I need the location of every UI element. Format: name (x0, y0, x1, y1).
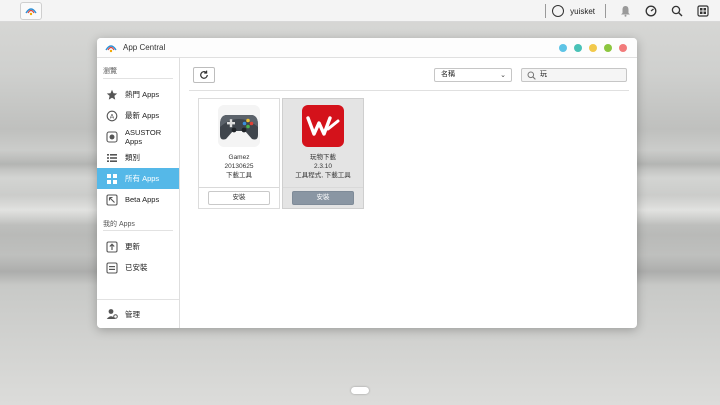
sidebar-item-categories[interactable]: 類別 (97, 147, 179, 168)
installed-icon (106, 261, 118, 274)
app-name: Gamez (228, 154, 250, 161)
window-maximize-button[interactable] (604, 44, 612, 52)
star-icon (106, 89, 118, 101)
app-central-window: App Central 瀏覽 熱門 Apps A 最新 Apps ASUSTOR… (97, 38, 637, 328)
sidebar-item-label: ASUSTOR Apps (125, 127, 162, 146)
sidebar-item-beta-apps[interactable]: Beta Apps (97, 189, 179, 210)
sidebar-item-manage[interactable]: 管理 (97, 300, 179, 328)
activity-monitor-icon[interactable] (638, 0, 664, 22)
sidebar-item-updates[interactable]: 更新 (97, 236, 179, 257)
sidebar-item-installed[interactable]: 已安裝 (97, 257, 179, 278)
sidebar-item-all-apps[interactable]: 所有 Apps (97, 168, 179, 189)
sidebar-item-label: 最新 Apps (125, 111, 160, 120)
beta-icon (106, 193, 118, 206)
app-name: 玩物下載 (310, 154, 336, 161)
app-category: 工具程式, 下載工具 (295, 172, 351, 179)
window-minimize-button[interactable] (589, 44, 597, 52)
chevron-down-icon: ⌄ (500, 72, 506, 79)
app-version: 2.3.10 (313, 163, 333, 170)
new-icon: A (106, 110, 118, 122)
sidebar-item-label: 所有 Apps (125, 174, 160, 183)
search-input[interactable]: 玩 (521, 68, 627, 82)
gamepad-icon (218, 105, 260, 147)
list-icon (106, 152, 118, 164)
refresh-icon (200, 70, 208, 79)
sort-dropdown[interactable]: 名稱 ⌄ (434, 68, 512, 82)
install-button[interactable]: 安裝 (292, 191, 354, 205)
top-bar: yuisket (0, 0, 720, 22)
sidebar-item-label: Beta Apps (125, 195, 160, 204)
browse-section-label: 瀏覽 (103, 68, 117, 75)
sidebar-item-label: 已安裝 (125, 263, 148, 272)
app-central-taskbar-button[interactable] (20, 1, 42, 20)
sort-dropdown-value: 名稱 (441, 71, 455, 78)
user-icon[interactable] (552, 5, 565, 17)
sidebar: 瀏覽 熱門 Apps A 最新 Apps ASUSTOR Apps 類別 所有 … (97, 58, 180, 328)
divider (283, 187, 363, 188)
update-icon (106, 240, 118, 253)
divider (199, 187, 279, 188)
sidebar-item-label: 熱門 Apps (125, 90, 160, 99)
separator (545, 4, 547, 18)
window-titlebar[interactable]: App Central (97, 38, 637, 58)
search-icon (527, 71, 536, 85)
app-card-wanwu[interactable]: 玩物下載 2.3.10 工具程式, 下載工具 安裝 (282, 98, 364, 209)
sidebar-item-label: 管理 (125, 309, 140, 319)
app-central-icon (25, 8, 37, 16)
manage-user-icon (106, 308, 118, 320)
notification-bell-icon[interactable] (612, 0, 638, 22)
my-apps-section-label: 我的 Apps (103, 221, 135, 228)
app-card-gamez[interactable]: Gamez 20130625 下載工具 安裝 (198, 98, 280, 209)
sidebar-item-label: 類別 (125, 153, 140, 162)
toolbar: 名稱 ⌄ 玩 (181, 58, 637, 91)
app-central-icon (105, 45, 117, 53)
search-icon[interactable] (664, 0, 690, 22)
app-category: 下載工具 (226, 172, 252, 179)
refresh-button[interactable] (193, 67, 215, 83)
window-help-button[interactable] (559, 44, 567, 52)
grid-icon (106, 173, 118, 185)
search-input-value: 玩 (540, 71, 547, 78)
sidebar-item-label: 更新 (125, 242, 140, 251)
separator (605, 4, 606, 18)
svg-text:A: A (110, 112, 115, 120)
asustor-icon (106, 130, 118, 143)
dock-handle[interactable] (351, 387, 369, 394)
sidebar-item-new-apps[interactable]: A 最新 Apps (97, 105, 179, 126)
app-version: 20130625 (224, 163, 254, 170)
window-title: App Central (123, 43, 166, 52)
divider (189, 90, 629, 91)
window-close-button[interactable] (619, 44, 627, 52)
sidebar-item-asustor-apps[interactable]: ASUSTOR Apps (97, 126, 179, 147)
sidebar-footer: 管理 (97, 299, 179, 328)
window-pin-button[interactable] (574, 44, 582, 52)
dashboard-icon[interactable] (690, 0, 716, 22)
install-button[interactable]: 安裝 (208, 191, 270, 205)
sidebar-item-popular-apps[interactable]: 熱門 Apps (97, 84, 179, 105)
wanwu-icon (302, 105, 344, 147)
main-content: 名稱 ⌄ 玩 Gamez 20130625 下載工具 安裝 玩物下載 2.3.1… (181, 58, 637, 328)
user-name[interactable]: yuisket (570, 7, 595, 16)
